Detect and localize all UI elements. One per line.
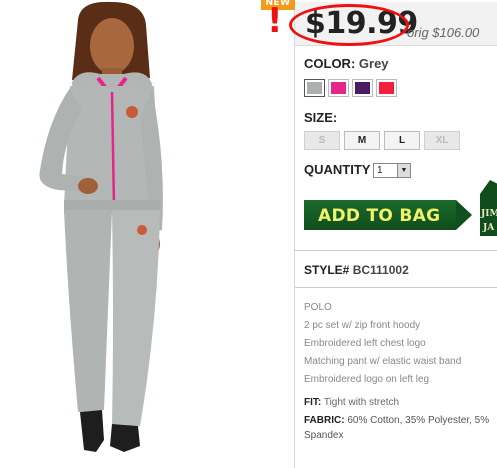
add-to-bag-label: ADD TO BAG (318, 206, 441, 226)
color-value: Grey (358, 56, 389, 71)
fit-info: FIT: Tight with stretch (304, 397, 399, 408)
swatch-purple[interactable] (352, 79, 373, 97)
quantity-label: QUANTITY (304, 162, 371, 177)
chevron-down-icon[interactable]: ▼ (397, 164, 410, 177)
brand-tag-logo: JIM JA (480, 180, 497, 236)
size-l-button[interactable]: L (384, 131, 420, 150)
swatch-purple-fill (355, 82, 370, 94)
description-line: Embroidered logo on left leg (304, 374, 430, 385)
style-label: STYLE# (304, 263, 350, 277)
quantity-select[interactable]: 1 ▼ (373, 163, 411, 178)
quantity-value: 1 (377, 165, 383, 176)
fabric-info: FABRIC: 60% Cotton, 35% Polyester, 5% Sp… (304, 413, 497, 443)
size-xl-button[interactable]: XL (424, 131, 460, 150)
fit-label: FIT: (304, 397, 322, 408)
product-photo (0, 0, 292, 468)
divider (295, 287, 497, 288)
swatch-pink-fill (331, 82, 346, 94)
swatch-red[interactable] (376, 79, 397, 97)
fit-value: Tight with stretch (323, 397, 400, 408)
price-row: $19.99 orig $106.00 (289, 2, 497, 46)
description-line: Matching pant w/ elastic waist band (304, 356, 462, 367)
description-line: 2 pc set w/ zip front hoody (304, 320, 421, 331)
brand-tag-line1: JIM (480, 209, 497, 219)
divider (295, 250, 497, 251)
swatch-pink[interactable] (328, 79, 349, 97)
color-swatches (304, 79, 397, 97)
swatch-red-fill (379, 82, 394, 94)
current-price: $19.99 (305, 6, 418, 41)
size-s-button[interactable]: S (304, 131, 340, 150)
description-line: Embroidered left chest logo (304, 338, 426, 349)
product-description: POLO 2 pc set w/ zip front hoody Embroid… (304, 299, 497, 389)
original-price: orig $106.00 (407, 25, 480, 40)
style-code: BC111002 (352, 263, 409, 277)
arrow-right-icon (456, 200, 472, 230)
exclamation-icon: ! (267, 1, 283, 41)
swatch-grey-fill (307, 82, 322, 94)
description-line: POLO (304, 302, 332, 313)
size-options: S M L XL (304, 131, 460, 150)
swatch-grey[interactable] (304, 79, 325, 97)
brand-tag-line2: JA (482, 223, 495, 233)
add-to-bag-button[interactable]: ADD TO BAG (304, 200, 472, 230)
color-label: COLOR: Grey (304, 56, 389, 71)
fabric-label: FABRIC: (304, 415, 345, 426)
color-label-text: COLOR: (304, 56, 356, 71)
product-details-panel: NEW ! $19.99 orig $106.00 COLOR: Grey SI… (261, 0, 497, 468)
size-label: SIZE: (304, 110, 338, 125)
style-number: STYLE# BC111002 (304, 263, 409, 277)
size-m-button[interactable]: M (344, 131, 380, 150)
